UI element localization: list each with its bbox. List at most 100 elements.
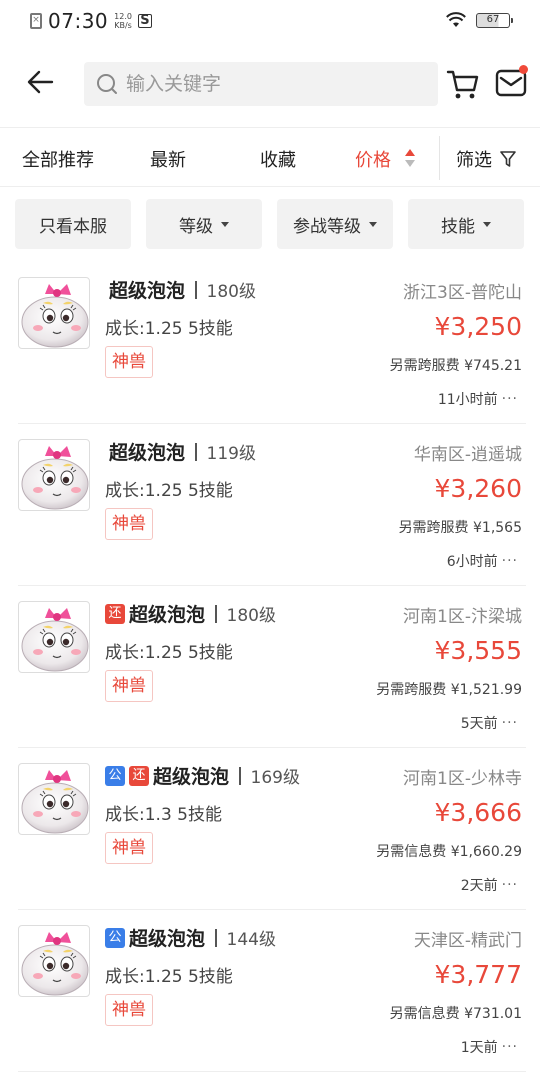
filter-icon — [500, 151, 516, 167]
network-speed: 12.0 KB/s — [114, 12, 132, 30]
item-level: 144级 — [226, 930, 276, 950]
item-fee: 另需跨服费 ¥1,521.99 — [376, 682, 522, 698]
item-time-row: 6小时前 ··· — [447, 551, 518, 571]
item-price: ¥3,260 — [434, 474, 522, 503]
more-icon[interactable]: ··· — [502, 391, 518, 407]
item-fee: 另需信息费 ¥731.01 — [389, 1006, 522, 1022]
bubble-pet-icon — [21, 932, 89, 996]
filter-button[interactable]: 筛选 — [456, 146, 516, 172]
dropdown-arrow-icon — [221, 221, 229, 227]
item-title-row: 公还 超级泡泡 169级 — [105, 762, 300, 789]
item-tags: 还 — [105, 603, 125, 624]
search-input[interactable] — [126, 73, 416, 95]
bubble-pet-icon — [21, 446, 89, 510]
filter-chips: 只看本服 等级 参战等级 技能 — [0, 199, 540, 251]
item-price: ¥3,555 — [434, 636, 522, 665]
app-notification-icon: S — [137, 14, 152, 28]
wifi-icon — [446, 12, 466, 27]
listing-item[interactable]: 公还 超级泡泡 169级 成长:1.3 5技能 神兽 河南1区-少林寺 ¥3,6… — [0, 748, 540, 910]
chip-skills[interactable]: 技能 — [408, 199, 524, 249]
item-badge: 神兽 — [105, 670, 153, 702]
more-icon[interactable]: ··· — [502, 553, 518, 569]
chip-this-server-label: 只看本服 — [39, 216, 107, 237]
item-level: 180级 — [206, 282, 256, 302]
more-icon[interactable]: ··· — [502, 877, 518, 893]
item-growth: 成长:1.25 5技能 — [105, 967, 233, 987]
item-level: 119级 — [206, 444, 256, 464]
return-tag: 还 — [105, 603, 125, 624]
battery-icon: 67 — [476, 12, 513, 28]
item-name: 超级泡泡 — [153, 766, 230, 788]
status-bar: × 07:30 12.0 KB/s S 67 — [0, 0, 540, 42]
item-name: 超级泡泡 — [129, 928, 206, 950]
tab-favorites[interactable]: 收藏 — [260, 146, 296, 172]
item-badge: 神兽 — [105, 994, 153, 1026]
more-icon[interactable]: ··· — [502, 1039, 518, 1055]
dropdown-arrow-icon — [483, 221, 491, 227]
filter-label: 筛选 — [456, 150, 492, 171]
item-tags: 公 — [105, 927, 125, 948]
item-name: 超级泡泡 — [109, 280, 186, 302]
chip-battle-level-label: 参战等级 — [293, 216, 361, 237]
search-bar[interactable] — [84, 62, 438, 106]
item-badge: 神兽 — [105, 832, 153, 864]
pet-avatar — [18, 763, 90, 835]
unread-dot — [519, 65, 528, 74]
item-time: 6小时前 — [446, 554, 498, 570]
item-time-row: 1天前 ··· — [461, 1037, 518, 1057]
item-name: 超级泡泡 — [109, 442, 186, 464]
pet-avatar — [18, 601, 90, 673]
public-tag: 公 — [105, 927, 125, 948]
chip-skills-label: 技能 — [441, 216, 475, 237]
cart-icon[interactable] — [446, 67, 480, 101]
item-fee: 另需跨服费 ¥745.21 — [389, 358, 522, 374]
title-divider — [195, 280, 197, 299]
divider — [439, 136, 440, 180]
item-growth: 成长:1.25 5技能 — [105, 643, 233, 663]
title-divider — [215, 928, 217, 947]
sort-arrows-icon — [405, 149, 415, 167]
item-server: 河南1区-少林寺 — [403, 769, 522, 789]
listing-item[interactable]: 还 超级泡泡 180级 成长:1.25 5技能 神兽 河南1区-汴梁城 ¥3,5… — [0, 586, 540, 748]
item-level: 169级 — [250, 768, 300, 788]
item-price: ¥3,666 — [434, 798, 522, 827]
listing-item[interactable]: 公 超级泡泡 144级 成长:1.25 5技能 神兽 天津区-精武门 ¥3,77… — [0, 910, 540, 1072]
item-server: 华南区-逍遥城 — [413, 445, 522, 465]
item-time: 11小时前 — [437, 392, 498, 408]
item-time-row: 2天前 ··· — [461, 875, 518, 895]
pet-avatar — [18, 925, 90, 997]
item-time: 5天前 — [460, 716, 498, 732]
bubble-pet-icon — [21, 770, 89, 834]
item-time-row: 11小时前 ··· — [438, 389, 518, 409]
listing-list: 超级泡泡 180级 成长:1.25 5技能 神兽 浙江3区-普陀山 ¥3,250… — [0, 262, 540, 1072]
pet-avatar — [18, 439, 90, 511]
more-icon[interactable]: ··· — [502, 715, 518, 731]
return-tag: 还 — [129, 765, 149, 786]
tab-all[interactable]: 全部推荐 — [22, 146, 94, 172]
back-arrow-icon[interactable] — [26, 67, 56, 97]
chip-this-server[interactable]: 只看本服 — [15, 199, 131, 249]
bubble-pet-icon — [21, 284, 89, 348]
tab-price[interactable]: 价格 — [355, 146, 391, 172]
item-badge: 神兽 — [105, 508, 153, 540]
chip-level[interactable]: 等级 — [146, 199, 262, 249]
network-speed-value: 12.0 — [114, 12, 132, 21]
tab-latest[interactable]: 最新 — [150, 146, 186, 172]
item-fee: 另需跨服费 ¥1,565 — [398, 520, 522, 536]
item-fee: 另需信息费 ¥1,660.29 — [376, 844, 522, 860]
sort-tabs: 全部推荐 最新 收藏 价格 筛选 — [0, 127, 540, 187]
item-name: 超级泡泡 — [129, 604, 206, 626]
search-icon — [97, 74, 117, 94]
item-server: 天津区-精武门 — [413, 931, 522, 951]
listing-item[interactable]: 超级泡泡 180级 成长:1.25 5技能 神兽 浙江3区-普陀山 ¥3,250… — [0, 262, 540, 424]
item-title-row: 还 超级泡泡 180级 — [105, 600, 276, 627]
item-growth: 成长:1.25 5技能 — [105, 481, 233, 501]
item-title-row: 超级泡泡 180级 — [105, 276, 256, 303]
item-price: ¥3,250 — [434, 312, 522, 341]
chip-battle-level[interactable]: 参战等级 — [277, 199, 393, 249]
item-title-row: 超级泡泡 119级 — [105, 438, 256, 465]
item-badge: 神兽 — [105, 346, 153, 378]
item-server: 河南1区-汴梁城 — [403, 607, 522, 627]
item-time-row: 5天前 ··· — [461, 713, 518, 733]
listing-item[interactable]: 超级泡泡 119级 成长:1.25 5技能 神兽 华南区-逍遥城 ¥3,260 … — [0, 424, 540, 586]
